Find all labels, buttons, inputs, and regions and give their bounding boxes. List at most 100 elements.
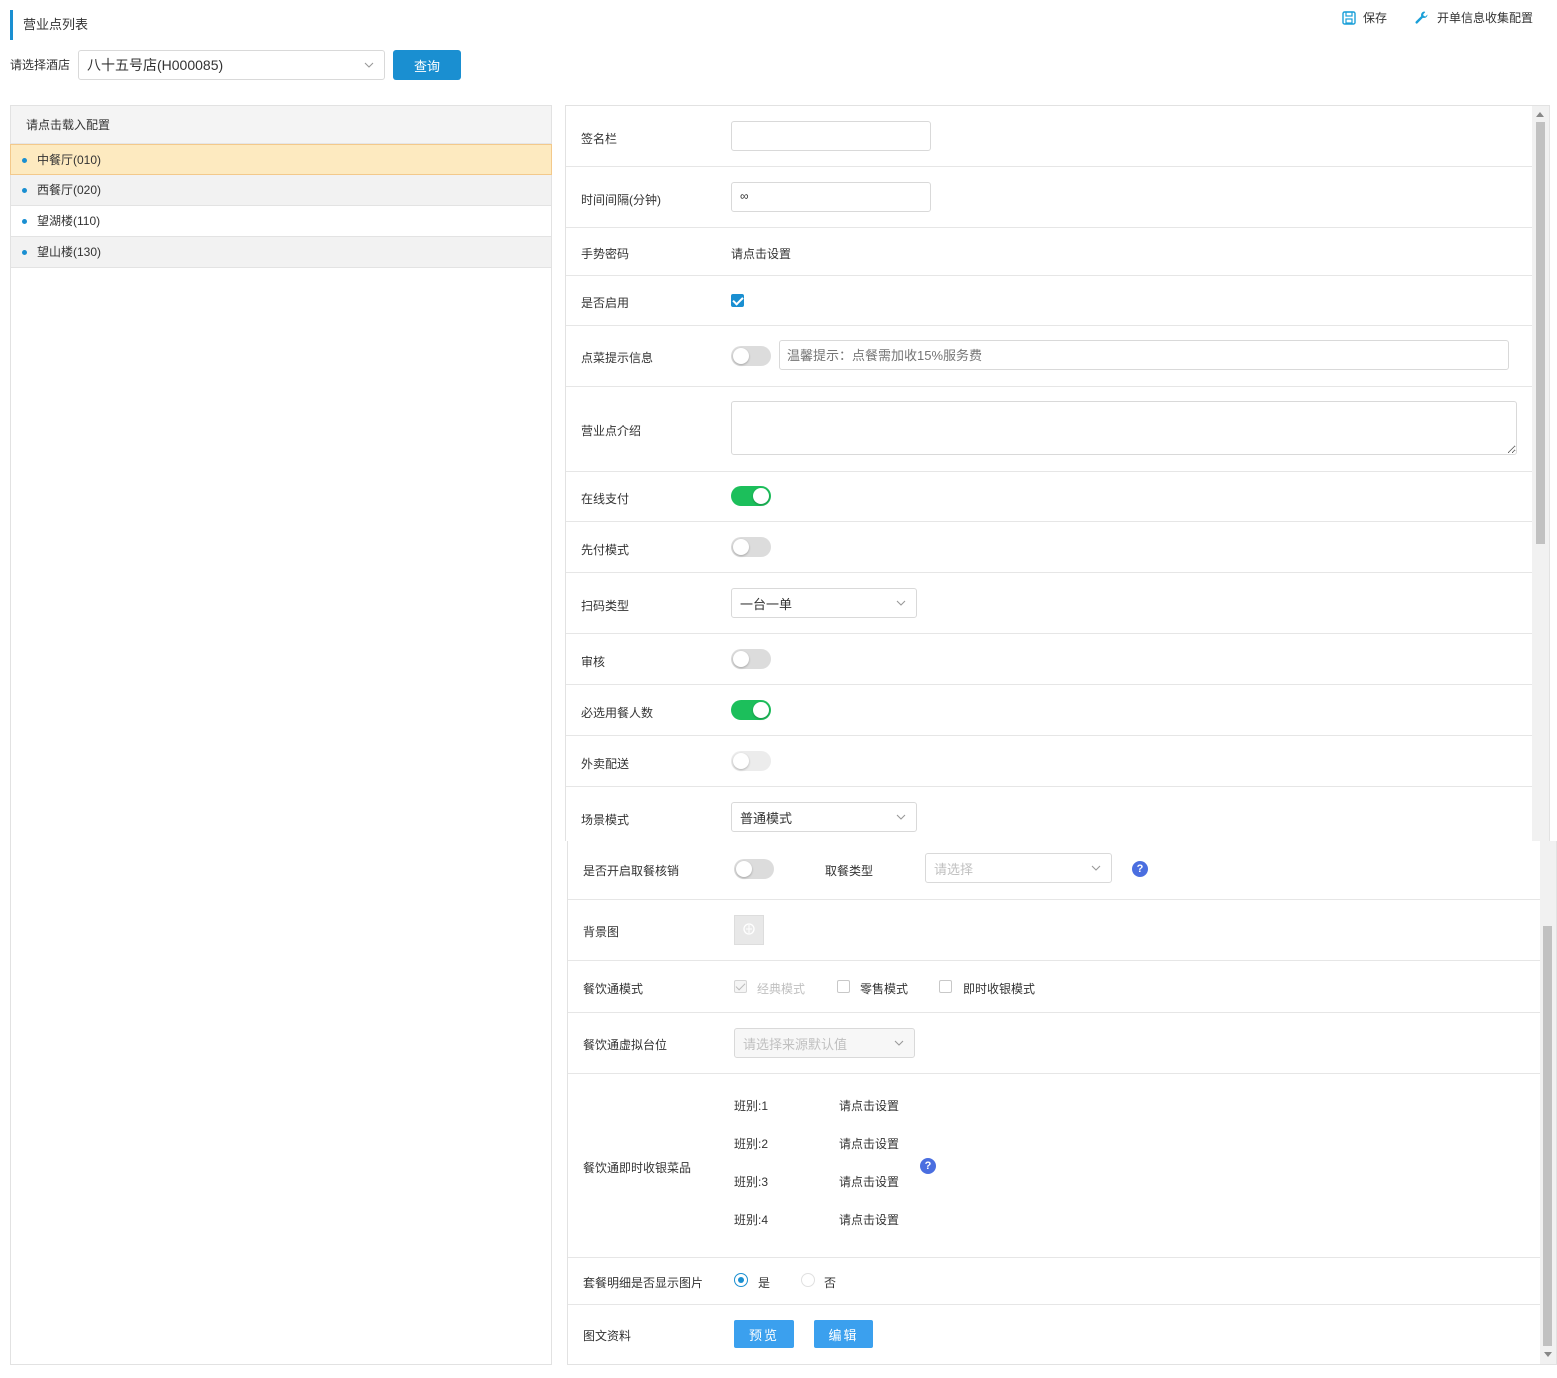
- enabled-checkbox[interactable]: [731, 294, 744, 307]
- scroll-up-arrow-icon[interactable]: [1536, 112, 1544, 117]
- combo-yes-radio[interactable]: [734, 1273, 748, 1287]
- interval-row: 时间间隔(分钟) ∞: [566, 167, 1533, 228]
- scrollbar-thumb[interactable]: [1543, 926, 1552, 1346]
- gesture-set-link[interactable]: 请点击设置: [731, 245, 791, 262]
- cyt-table-placeholder: 请选择来源默认值: [743, 1036, 848, 1052]
- scrollbar-thumb[interactable]: [1536, 122, 1545, 544]
- instant-cashier-mode-label: 即时收银模式: [963, 982, 1036, 996]
- pickup-toggle[interactable]: [734, 859, 774, 879]
- prepay-toggle[interactable]: [731, 537, 771, 557]
- config-form-upper: 签名栏 时间间隔(分钟) ∞ 手势密码 请点击设置 是否启用 点菜提示信息 营业…: [565, 105, 1550, 841]
- pickup-row: 是否开启取餐核销 取餐类型 请选择 ?: [568, 841, 1540, 900]
- scrollbar[interactable]: [1540, 841, 1556, 1364]
- cyt-table-label: 餐饮通虚拟台位: [583, 1038, 668, 1052]
- outlet-item-110[interactable]: 望湖楼(110): [11, 206, 551, 237]
- instant-cashier-mode-checkbox[interactable]: [939, 980, 952, 993]
- page-title: 营业点列表: [10, 10, 88, 40]
- scene-select[interactable]: 普通模式: [731, 802, 917, 832]
- cyt-mode-row: 餐饮通模式 经典模式 零售模式 即时收银模式: [568, 961, 1540, 1013]
- signature-row: 签名栏: [566, 106, 1533, 167]
- prepay-row: 先付模式: [566, 522, 1533, 573]
- combo-no-label: 否: [824, 1276, 837, 1290]
- shift-label: 班别:2: [734, 1137, 769, 1151]
- retail-mode-checkbox[interactable]: [837, 980, 850, 993]
- tip-row: 点菜提示信息: [566, 326, 1533, 387]
- enabled-row: 是否启用: [566, 276, 1533, 326]
- help-icon[interactable]: ?: [920, 1158, 936, 1174]
- cyt-mode-label: 餐饮通模式: [583, 982, 644, 996]
- outlet-item-020[interactable]: 西餐厅(020): [11, 175, 551, 206]
- scroll-down-arrow-icon[interactable]: [1544, 1352, 1552, 1357]
- wrench-icon: [1414, 10, 1430, 26]
- tip-toggle[interactable]: [731, 346, 771, 366]
- query-button[interactable]: 查询: [393, 50, 461, 80]
- shift-set-link[interactable]: 请点击设置: [839, 1173, 899, 1190]
- delivery-row: 外卖配送: [566, 736, 1533, 787]
- guest-count-toggle[interactable]: [731, 700, 771, 720]
- signature-label: 签名栏: [581, 132, 618, 146]
- online-pay-label: 在线支付: [581, 492, 630, 506]
- tip-label: 点菜提示信息: [581, 351, 654, 365]
- enabled-label: 是否启用: [581, 296, 630, 310]
- chevron-down-icon: [362, 58, 376, 72]
- online-pay-row: 在线支付: [566, 472, 1533, 522]
- cyt-dishes-label: 餐饮通即时收银菜品: [583, 1161, 692, 1175]
- interval-input[interactable]: ∞: [731, 182, 931, 212]
- preview-button[interactable]: 预览: [734, 1320, 794, 1348]
- gesture-row: 手势密码 请点击设置: [566, 228, 1533, 276]
- audit-toggle[interactable]: [731, 649, 771, 669]
- audit-label: 审核: [581, 655, 606, 669]
- pickup-type-select[interactable]: 请选择: [925, 853, 1112, 883]
- shift-label: 班别:4: [734, 1213, 769, 1227]
- combo-image-row: 套餐明细是否显示图片 是 否: [568, 1258, 1540, 1305]
- combo-yes-label: 是: [758, 1276, 771, 1290]
- bg-label: 背景图: [583, 925, 620, 939]
- order-info-config-button[interactable]: 开单信息收集配置: [1414, 9, 1533, 26]
- bg-image-upload[interactable]: [734, 915, 764, 945]
- guest-count-label: 必选用餐人数: [581, 706, 654, 720]
- combo-no-radio[interactable]: [801, 1273, 815, 1287]
- signature-input[interactable]: [731, 121, 931, 151]
- tip-input[interactable]: [779, 340, 1509, 370]
- outlet-list-panel: 请点击载入配置 中餐厅(010) 西餐厅(020) 望湖楼(110) 望山楼(1…: [10, 105, 552, 1365]
- shift-set-link[interactable]: 请点击设置: [839, 1135, 899, 1152]
- chevron-down-icon: [892, 1036, 906, 1050]
- save-label: 保存: [1363, 11, 1388, 25]
- interval-label: 时间间隔(分钟): [581, 193, 661, 207]
- intro-label: 营业点介绍: [581, 424, 642, 438]
- shift-set-link[interactable]: 请点击设置: [839, 1211, 899, 1228]
- cyt-table-row: 餐饮通虚拟台位 请选择来源默认值: [568, 1013, 1540, 1074]
- media-row: 图文资料 预览 编辑: [568, 1305, 1540, 1364]
- save-icon: [1342, 10, 1356, 25]
- classic-mode-checkbox[interactable]: [734, 980, 747, 993]
- bg-row: 背景图: [568, 900, 1540, 961]
- scan-type-row: 扫码类型 一台一单: [566, 573, 1533, 634]
- scrollbar[interactable]: [1532, 106, 1549, 841]
- save-button[interactable]: 保存: [1342, 9, 1387, 26]
- help-icon[interactable]: ?: [1132, 861, 1148, 877]
- hotel-select-value: 八十五号店(H000085): [87, 57, 224, 73]
- delivery-toggle[interactable]: [731, 751, 771, 771]
- gesture-label: 手势密码: [581, 247, 630, 261]
- config-form-lower: 是否开启取餐核销 取餐类型 请选择 ? 背景图 餐饮通模式 经典模式 零售模式 …: [567, 841, 1557, 1365]
- scene-label: 场景模式: [581, 813, 630, 827]
- retail-mode-label: 零售模式: [860, 982, 909, 996]
- pickup-type-label: 取餐类型: [825, 864, 874, 878]
- online-pay-toggle[interactable]: [731, 486, 771, 506]
- scan-type-label: 扫码类型: [581, 599, 630, 613]
- edit-button[interactable]: 编辑: [814, 1320, 873, 1348]
- shift-label: 班别:1: [734, 1099, 769, 1113]
- shift-set-link[interactable]: 请点击设置: [839, 1097, 899, 1114]
- classic-mode-label: 经典模式: [757, 982, 806, 996]
- combo-image-label: 套餐明细是否显示图片: [583, 1276, 704, 1290]
- outlet-item-130[interactable]: 望山楼(130): [11, 237, 551, 268]
- scan-type-value: 一台一单: [740, 596, 793, 612]
- scan-type-select[interactable]: 一台一单: [731, 588, 917, 618]
- outlet-item-010[interactable]: 中餐厅(010): [10, 144, 552, 175]
- cyt-table-select[interactable]: 请选择来源默认值: [734, 1028, 915, 1058]
- pickup-type-placeholder: 请选择: [934, 861, 974, 877]
- outlet-list-header: 请点击载入配置: [11, 106, 551, 144]
- intro-textarea[interactable]: [731, 401, 1517, 455]
- hotel-select[interactable]: 八十五号店(H000085): [78, 50, 385, 80]
- chevron-down-icon: [894, 596, 908, 610]
